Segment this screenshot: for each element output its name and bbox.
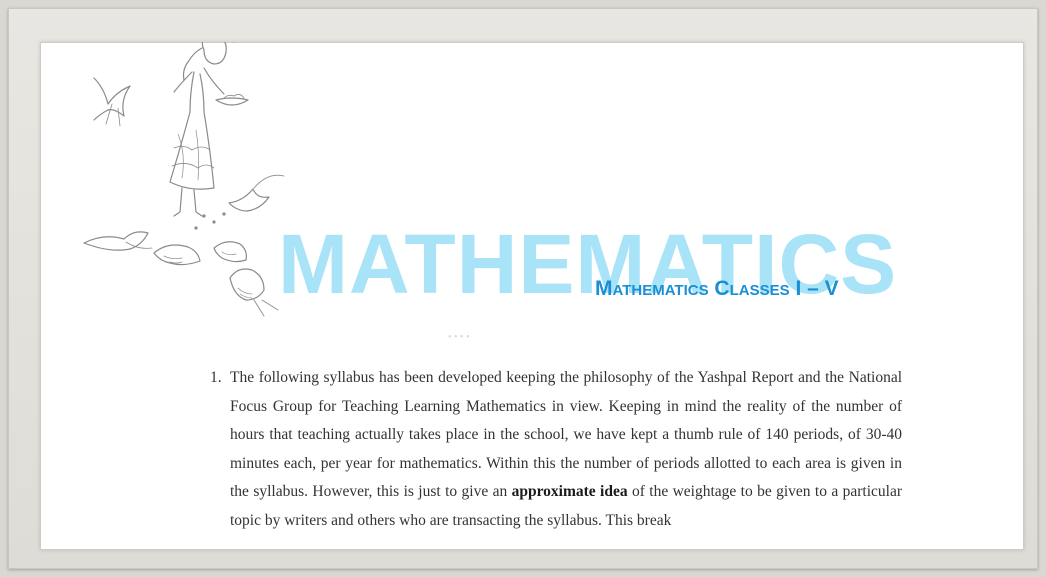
document-page: MATHEMATICS Mathematics Classes I – V • … xyxy=(40,42,1024,550)
paragraph-text-start: The following syllabus has been develope… xyxy=(230,369,902,500)
syllabus-paragraph-list: 1. The following syllabus has been devel… xyxy=(210,364,902,535)
list-item: 1. The following syllabus has been devel… xyxy=(210,364,902,535)
list-item-number: 1. xyxy=(210,369,222,386)
emphasis-text: approximate idea xyxy=(511,483,628,500)
decorative-mark: • • • • xyxy=(448,332,470,343)
paragraph-text: The following syllabus has been develope… xyxy=(230,364,902,535)
girl-feeding-birds-illustration xyxy=(83,42,285,317)
page-subtitle: Mathematics Classes I – V xyxy=(595,277,839,300)
